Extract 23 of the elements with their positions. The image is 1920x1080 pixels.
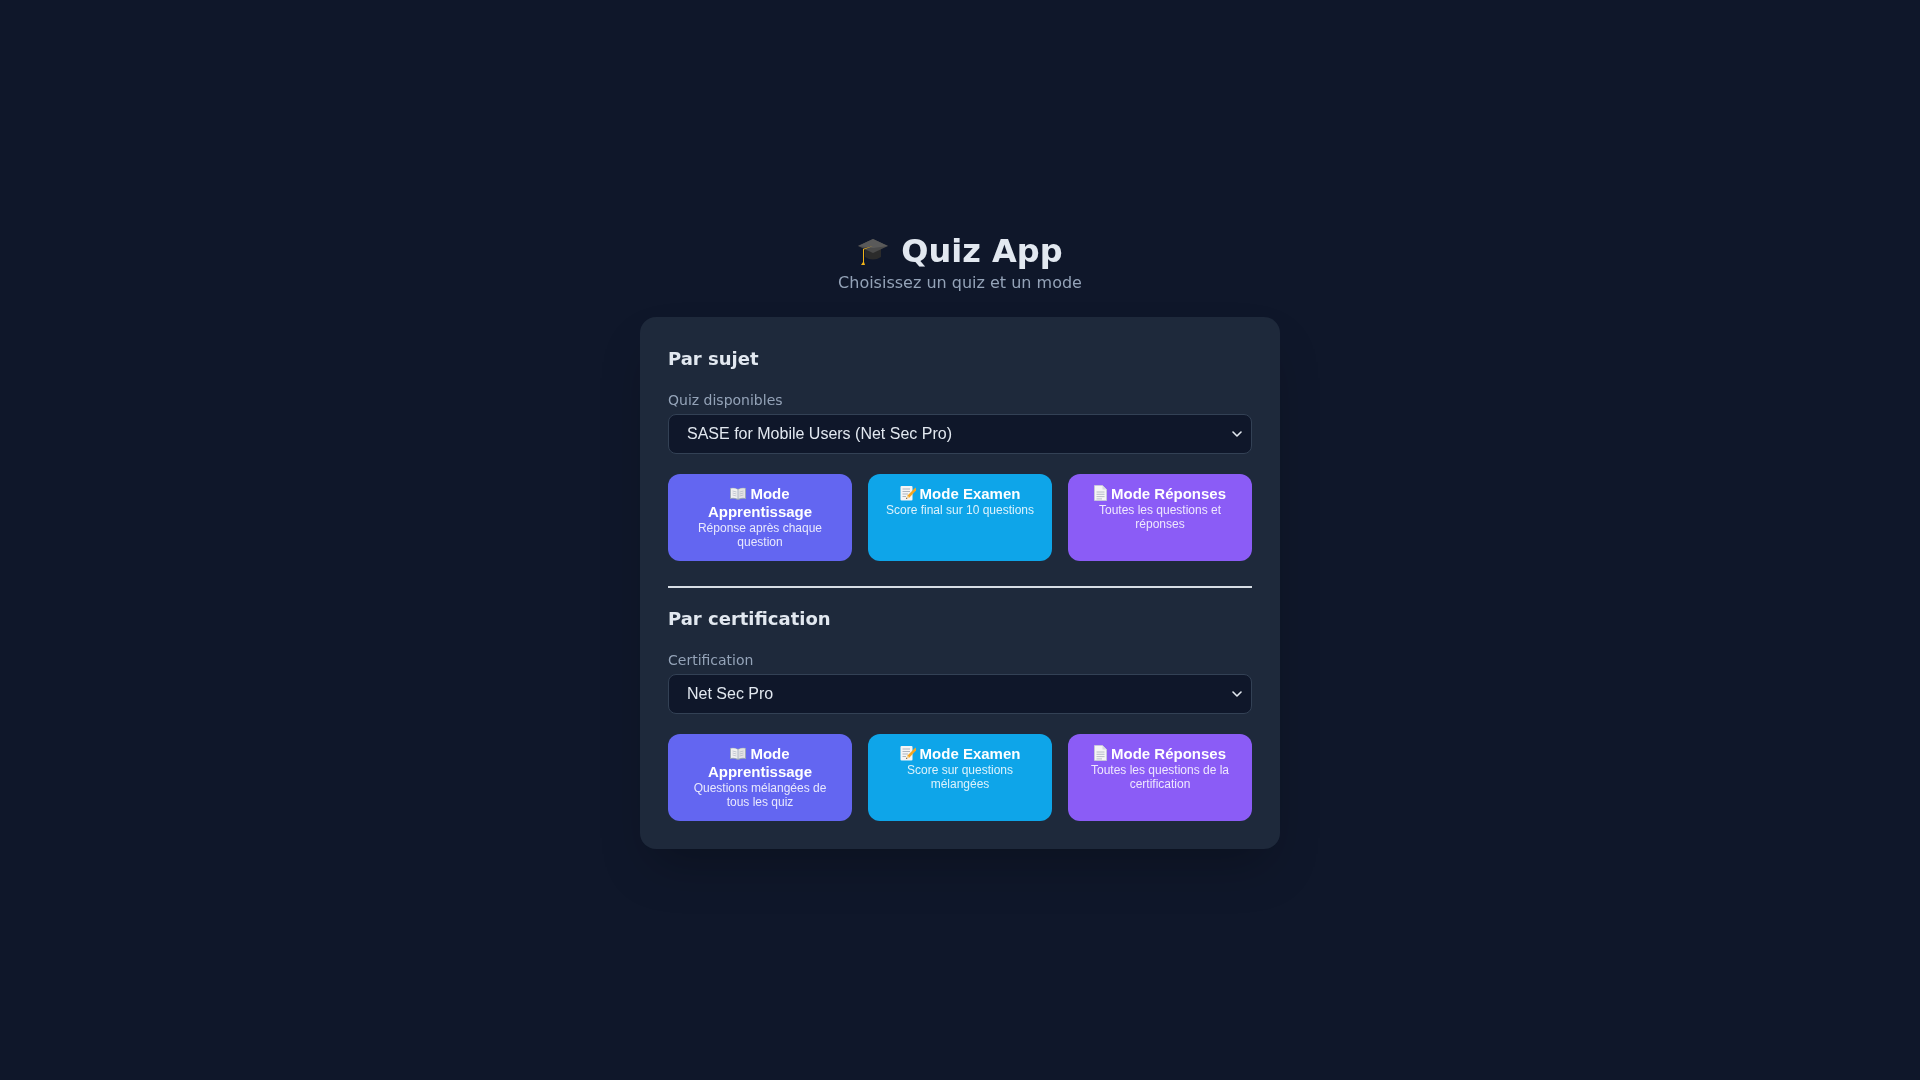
learning-mode-button[interactable]: Mode Apprentissage Réponse après chaque question xyxy=(668,474,852,561)
open-book-icon xyxy=(730,747,747,760)
answers-mode-button[interactable]: Mode Réponses Toutes les questions et réponses xyxy=(1068,474,1252,561)
field-label: Quiz disponibles xyxy=(668,391,784,410)
dropdown-field[interactable]: SASE for Mobile Users (Net Sec Pro) xyxy=(668,414,1252,454)
document-icon xyxy=(1094,485,1107,501)
chevron-down-icon xyxy=(1232,691,1242,697)
field-label: Certification xyxy=(668,651,755,670)
chevron-down-icon xyxy=(1232,431,1242,437)
answers-mode-button[interactable]: Mode Réponses Toutes les questions de la certification xyxy=(1068,734,1252,821)
open-book-icon xyxy=(730,487,747,500)
memo-pencil-icon xyxy=(899,745,916,761)
section-heading: Par sujet xyxy=(668,347,760,371)
app-subtitle: Choisissez un quiz et un mode xyxy=(838,272,1082,294)
learning-mode-button[interactable]: Mode Apprentissage Questions mélangées de tous les quiz xyxy=(668,734,852,821)
section-heading: Par certification xyxy=(668,607,832,631)
memo-pencil-icon xyxy=(899,485,916,501)
exam-mode-button[interactable]: Mode Examen Score final sur 10 questions xyxy=(868,474,1052,561)
exam-mode-button[interactable]: Mode Examen Score sur questions mélangées xyxy=(868,734,1052,821)
dropdown-field[interactable]: Net Sec Pro xyxy=(668,674,1252,714)
graduation-cap-icon xyxy=(857,236,890,266)
document-icon xyxy=(1094,745,1107,761)
app-title: Quiz App xyxy=(901,231,1063,271)
